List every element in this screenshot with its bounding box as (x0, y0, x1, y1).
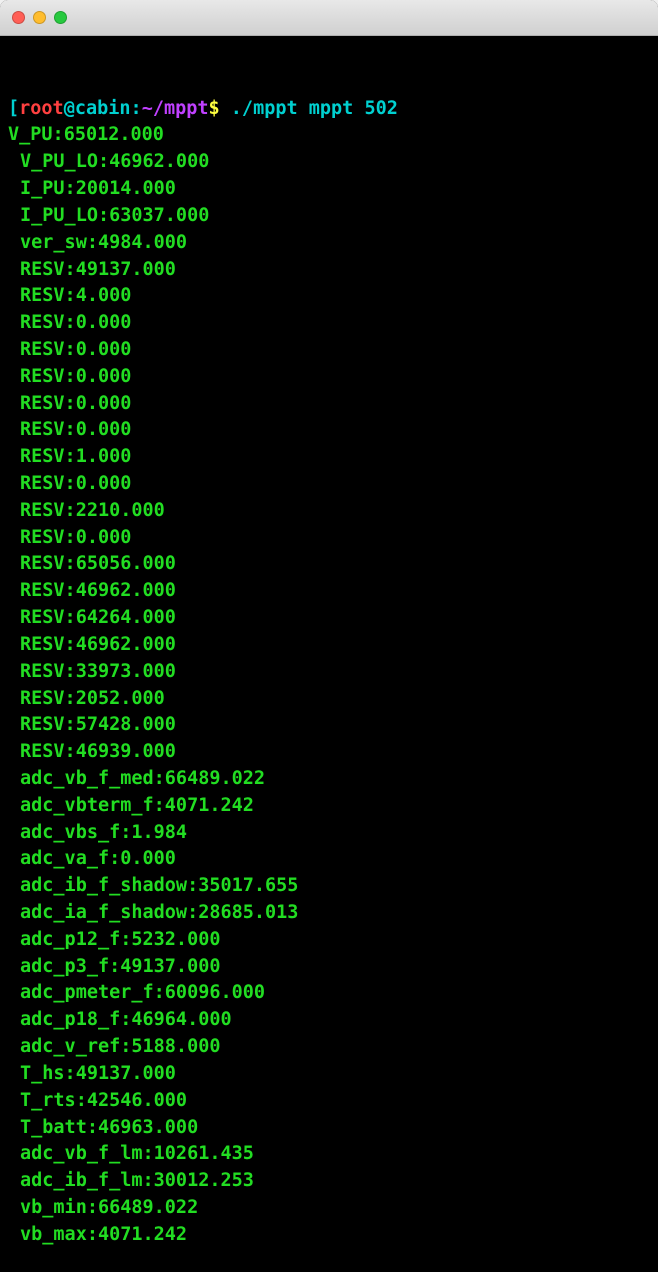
output-line: RESV:1.000 (8, 444, 650, 471)
output-line: adc_p3_f:49137.000 (8, 954, 650, 981)
output-line: T_batt:46963.000 (8, 1115, 650, 1142)
output-line: RESV:65056.000 (8, 551, 650, 578)
output-line: adc_p12_f:5232.000 (8, 927, 650, 954)
close-icon[interactable] (12, 11, 25, 24)
prompt-host: cabin (75, 98, 131, 119)
output-line: RESV:46939.000 (8, 739, 650, 766)
window-titlebar (0, 0, 658, 36)
prompt-bracket-open: [ (8, 98, 19, 119)
output-line: V_PU:65012.000 (8, 122, 650, 149)
output-line: adc_va_f:0.000 (8, 846, 650, 873)
output-line: vb_max:4071.242 (8, 1222, 650, 1249)
output-line: adc_vb_f_lm:10261.435 (8, 1141, 650, 1168)
output-line: adc_p18_f:46964.000 (8, 1007, 650, 1034)
prompt-user: root (19, 98, 64, 119)
output-line: RESV:57428.000 (8, 712, 650, 739)
output-line: RESV:0.000 (8, 471, 650, 498)
minimize-icon[interactable] (33, 11, 46, 24)
output-line: RESV:0.000 (8, 310, 650, 337)
prompt-colon: : (131, 98, 142, 119)
output-line: adc_ia_f_shadow:28685.013 (8, 900, 650, 927)
output-line: RESV:46962.000 (8, 578, 650, 605)
output-line: vb_min:66489.022 (8, 1195, 650, 1222)
output-line: adc_vbterm_f:4071.242 (8, 793, 650, 820)
output-line: adc_v_ref:5188.000 (8, 1034, 650, 1061)
prompt-dollar: $ (209, 98, 231, 119)
output-line: RESV:0.000 (8, 337, 650, 364)
output-line: RESV:2210.000 (8, 498, 650, 525)
prompt-line: [root@cabin:~/mppt$ ./mppt mppt 502 (8, 96, 650, 123)
command-text: ./mppt mppt 502 (231, 98, 398, 119)
output-line: RESV:0.000 (8, 525, 650, 552)
terminal-window: [root@cabin:~/mppt$ ./mppt mppt 502V_PU:… (0, 0, 658, 1272)
terminal-output: V_PU:65012.000V_PU_LO:46962.000I_PU:2001… (8, 122, 650, 1248)
prompt-path: ~/mppt (142, 98, 209, 119)
output-line: RESV:2052.000 (8, 686, 650, 713)
output-line: RESV:0.000 (8, 417, 650, 444)
output-line: RESV:64264.000 (8, 605, 650, 632)
output-line: RESV:46962.000 (8, 632, 650, 659)
output-line: RESV:0.000 (8, 364, 650, 391)
output-line: I_PU:20014.000 (8, 176, 650, 203)
prompt-at: @ (64, 98, 75, 119)
output-line: I_PU_LO:63037.000 (8, 203, 650, 230)
output-line: T_hs:49137.000 (8, 1061, 650, 1088)
output-line: adc_pmeter_f:60096.000 (8, 980, 650, 1007)
output-line: ver_sw:4984.000 (8, 230, 650, 257)
output-line: V_PU_LO:46962.000 (8, 149, 650, 176)
output-line: adc_vb_f_med:66489.022 (8, 766, 650, 793)
output-line: adc_ib_f_shadow:35017.655 (8, 873, 650, 900)
output-line: T_rts:42546.000 (8, 1088, 650, 1115)
output-line: RESV:0.000 (8, 391, 650, 418)
maximize-icon[interactable] (54, 11, 67, 24)
output-line: RESV:33973.000 (8, 659, 650, 686)
output-line: adc_ib_f_lm:30012.253 (8, 1168, 650, 1195)
terminal-body[interactable]: [root@cabin:~/mppt$ ./mppt mppt 502V_PU:… (0, 36, 658, 1272)
output-line: adc_vbs_f:1.984 (8, 820, 650, 847)
output-line: RESV:4.000 (8, 283, 650, 310)
output-line: RESV:49137.000 (8, 257, 650, 284)
